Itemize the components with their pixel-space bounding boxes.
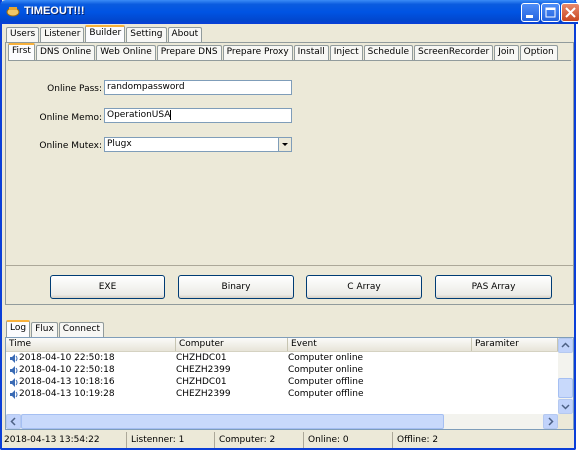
tab-setting[interactable]: Setting	[126, 27, 167, 42]
title-bar[interactable]: TIMEOUT!!!	[0, 0, 580, 24]
online-mutex-value: Plugx	[107, 139, 132, 149]
tab-flux[interactable]: Flux	[31, 322, 58, 337]
cell-computer: CHEZH2399	[176, 365, 231, 375]
chevron-up-icon	[561, 342, 570, 348]
status-bar: 2018-04-13 13:54:22 Listenner: 1 Compute…	[2, 432, 574, 448]
cell-computer: CHEZH2399	[176, 389, 231, 399]
status-computer: Computer: 2	[214, 432, 303, 448]
tab-about[interactable]: About	[167, 27, 203, 42]
vertical-scrollbar[interactable]	[558, 338, 573, 414]
main-tabs: Users Listener Builder Setting About	[6, 25, 203, 42]
subtab-prepare-proxy[interactable]: Prepare Proxy	[222, 45, 293, 60]
tab-builder[interactable]: Builder	[85, 25, 126, 42]
tab-connect[interactable]: Connect	[58, 322, 105, 337]
online-memo-value: OperationUSA	[107, 110, 171, 120]
build-c-array-button[interactable]: C Array	[306, 275, 422, 299]
builder-panel: First DNS Online Web Online Prepare DNS …	[5, 42, 574, 305]
col-time[interactable]: Time	[6, 338, 176, 351]
scroll-down-button[interactable]	[558, 399, 573, 414]
cell-time: 2018-04-13 10:19:28	[19, 389, 115, 399]
subtab-screenrecorder[interactable]: ScreenRecorder	[413, 45, 494, 60]
subtab-divider	[8, 60, 571, 61]
vertical-scroll-thumb[interactable]	[558, 378, 573, 398]
status-listener: Listenner: 1	[126, 432, 214, 448]
table-header: Time Computer Event Paramiter	[6, 338, 573, 352]
online-memo-input[interactable]: OperationUSA	[104, 108, 292, 123]
cell-computer: CHZHDC01	[176, 377, 227, 387]
cell-event: Computer online	[288, 353, 364, 363]
subtab-schedule[interactable]: Schedule	[363, 45, 413, 60]
speaker-icon	[10, 354, 18, 363]
online-mutex-select[interactable]: Plugx	[104, 137, 292, 152]
tab-log[interactable]: Log	[6, 320, 31, 337]
build-binary-button[interactable]: Binary	[178, 275, 294, 299]
subtab-install[interactable]: Install	[293, 45, 329, 60]
speaker-icon	[10, 378, 18, 387]
cell-time: 2018-04-10 22:50:18	[19, 365, 115, 375]
cell-computer: CHZHDC01	[176, 353, 227, 363]
horizontal-scroll-thumb[interactable]	[21, 414, 444, 429]
status-online: Online: 0	[303, 432, 392, 448]
speaker-icon	[10, 390, 18, 399]
close-button[interactable]	[561, 3, 580, 22]
cell-time: 2018-04-13 10:18:16	[19, 377, 115, 387]
tab-users[interactable]: Users	[6, 27, 40, 42]
dropdown-arrow[interactable]	[278, 138, 291, 151]
minimize-icon	[526, 15, 533, 18]
close-icon	[565, 7, 576, 18]
scroll-corner	[558, 414, 573, 429]
app-icon	[6, 7, 20, 17]
tab-listener[interactable]: Listener	[40, 27, 85, 42]
maximize-icon	[545, 7, 556, 18]
chevron-left-icon	[10, 417, 16, 426]
col-event[interactable]: Event	[288, 338, 472, 351]
status-offline: Offline: 2	[392, 432, 572, 448]
online-mutex-label: Online Mutex:	[39, 141, 102, 151]
subtab-inject[interactable]: Inject	[329, 45, 363, 60]
log-tabs: Log Flux Connect	[6, 320, 105, 337]
builder-subtabs: First DNS Online Web Online Prepare DNS …	[8, 43, 559, 60]
subtab-web-online[interactable]: Web Online	[96, 45, 156, 60]
speaker-icon	[10, 366, 18, 375]
cell-event: Computer offline	[288, 377, 364, 387]
online-pass-label: Online Pass:	[47, 84, 102, 94]
scroll-left-button[interactable]	[6, 414, 21, 429]
cell-event: Computer online	[288, 365, 364, 375]
scroll-right-button[interactable]	[543, 414, 558, 429]
subtab-prepare-dns[interactable]: Prepare DNS	[156, 45, 222, 60]
button-divider	[6, 265, 573, 266]
log-table[interactable]: Time Computer Event Paramiter 2018-04-10…	[5, 337, 574, 430]
maximize-button[interactable]	[541, 3, 560, 22]
online-memo-label: Online Memo:	[39, 113, 103, 123]
col-paramiter[interactable]: Paramiter	[472, 338, 558, 351]
subtab-option[interactable]: Option	[519, 45, 558, 60]
subtab-dns-online[interactable]: DNS Online	[35, 45, 96, 60]
chevron-down-icon	[561, 404, 570, 410]
chevron-right-icon	[548, 417, 554, 426]
window-title: TIMEOUT!!!	[24, 5, 85, 17]
status-datetime: 2018-04-13 13:54:22	[4, 435, 100, 445]
subtab-join[interactable]: Join	[494, 45, 519, 60]
subtab-first[interactable]: First	[8, 43, 35, 60]
scroll-up-button[interactable]	[558, 338, 573, 353]
app-window: TIMEOUT!!! Users Listener Builder Settin…	[0, 0, 580, 450]
build-exe-button[interactable]: EXE	[50, 275, 165, 299]
minimize-button[interactable]	[521, 3, 540, 22]
text-cursor	[170, 109, 172, 120]
online-pass-input[interactable]: randompassword	[104, 80, 292, 95]
cell-time: 2018-04-10 22:50:18	[19, 353, 115, 363]
build-pas-array-button[interactable]: PAS Array	[435, 275, 552, 299]
chevron-down-icon	[282, 143, 288, 146]
horizontal-scrollbar[interactable]	[6, 414, 573, 429]
col-computer[interactable]: Computer	[176, 338, 288, 351]
cell-event: Computer offline	[288, 389, 364, 399]
